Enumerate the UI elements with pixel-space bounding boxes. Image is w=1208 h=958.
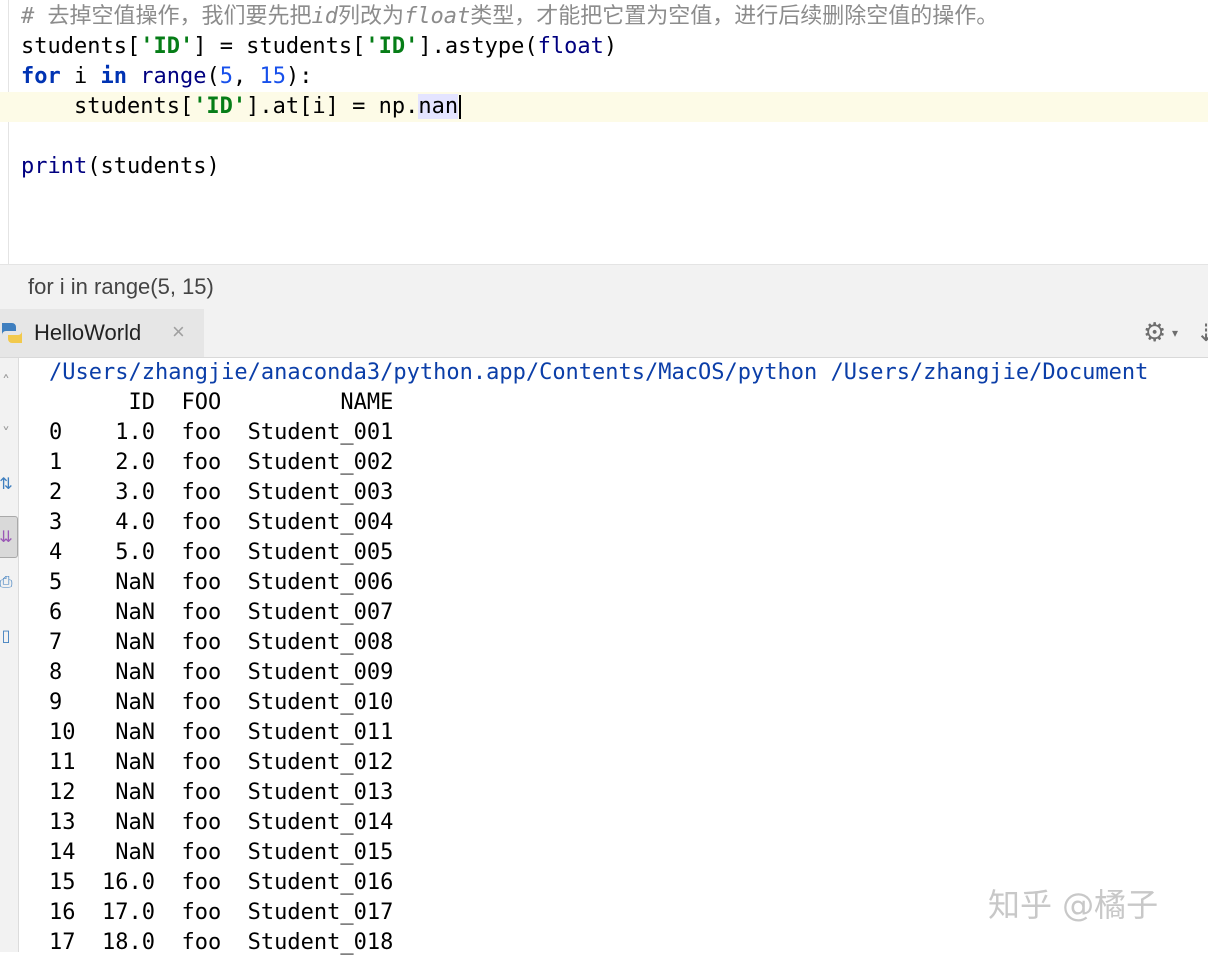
comment-text: # 去掉空值操作，我们要先把 [21, 4, 312, 29]
editor-gutter-divider [8, 0, 9, 264]
code-token: , [232, 64, 260, 89]
close-icon[interactable]: × [172, 319, 185, 345]
dataframe-row: 10 NaN foo Student_011 [49, 720, 394, 745]
console-command-line: /Users/zhangjie/anaconda3/python.app/Con… [49, 360, 1149, 385]
text-caret [459, 95, 462, 119]
string-literal: 'ID' [193, 94, 247, 119]
code-line-4-current[interactable]: students['ID'].at[i] = np.nan [21, 92, 462, 122]
dataframe-row: 11 NaN foo Student_012 [49, 750, 394, 775]
comment-float-word: float [404, 4, 471, 29]
dataframe-row: 8 NaN foo Student_009 [49, 660, 394, 685]
dataframe-row: 16 17.0 foo Student_017 [49, 900, 394, 925]
code-line-6[interactable]: print(students) [21, 152, 220, 182]
dataframe-row: 17 18.0 foo Student_018 [49, 930, 394, 955]
watermark: 知乎 @橘子 [988, 886, 1159, 924]
run-toolbar: HelloWorld × ⚙ ▾ ⇣ [0, 309, 1208, 358]
soft-wrap-icon[interactable]: ⇅ [0, 474, 16, 494]
highlighted-identifier: nan [418, 94, 459, 119]
dataframe-row: 3 4.0 foo Student_004 [49, 510, 394, 535]
builtin-range: range [140, 64, 207, 89]
dataframe-row: 14 NaN foo Student_015 [49, 840, 394, 865]
dataframe-row: 2 3.0 foo Student_003 [49, 480, 394, 505]
scroll-up-icon[interactable]: ˄ [0, 372, 16, 392]
scroll-down-icon[interactable]: ˅ [0, 424, 16, 444]
code-token: ].astype( [418, 34, 538, 59]
hide-panel-icon[interactable]: ⇣ [1196, 319, 1208, 347]
gear-icon[interactable]: ⚙ [1143, 318, 1166, 348]
code-line-3[interactable]: for i in range(5, 15): [21, 62, 312, 92]
chevron-down-icon[interactable]: ▾ [1172, 326, 1178, 340]
code-line-2[interactable]: students['ID'] = students['ID'].astype(f… [21, 32, 617, 62]
run-tab-helloworld[interactable]: HelloWorld × [0, 309, 204, 357]
code-token: ( [206, 64, 220, 89]
dataframe-row: 6 NaN foo Student_007 [49, 600, 394, 625]
code-token: ].at[i] = np. [246, 94, 419, 119]
dataframe-row: 12 NaN foo Student_013 [49, 780, 394, 805]
code-token: i [60, 64, 101, 89]
keyword-for: for [21, 64, 61, 89]
dataframe-row: 5 NaN foo Student_006 [49, 570, 394, 595]
code-token: ): [285, 64, 313, 89]
builtin-print: print [21, 154, 88, 179]
dataframe-header: ID FOO NAME [49, 390, 394, 415]
breadcrumb[interactable]: for i in range(5, 15) [0, 264, 1208, 310]
dataframe-row: 13 NaN foo Student_014 [49, 810, 394, 835]
scroll-to-end-icon[interactable]: ⇊ [0, 516, 18, 558]
keyword-in: in [100, 64, 128, 89]
trash-icon[interactable]: ▯ [0, 626, 16, 646]
python-icon [2, 323, 22, 343]
console-side-toolbar: ˄ ˅ ⇅ ⇊ ⎙ ▯ [0, 358, 19, 952]
dataframe-row: 1 2.0 foo Student_002 [49, 450, 394, 475]
comment-id-word: id [311, 4, 339, 29]
run-console[interactable]: ˄ ˅ ⇅ ⇊ ⎙ ▯ /Users/zhangjie/anaconda3/py… [0, 358, 1208, 955]
print-icon[interactable]: ⎙ [0, 572, 16, 592]
dataframe-row: 4 5.0 foo Student_005 [49, 540, 394, 565]
comment-text-mid: 列改为 [338, 4, 405, 29]
number-literal: 15 [259, 64, 286, 89]
comment-text-suffix: 类型，才能把它置为空值，进行后续删除空值的操作。 [470, 4, 999, 29]
code-line-1-comment[interactable]: # 去掉空值操作，我们要先把id列改为float类型，才能把它置为空值，进行后续… [21, 2, 998, 32]
number-literal: 5 [219, 64, 233, 89]
run-tab-label: HelloWorld [34, 320, 142, 345]
builtin-float: float [537, 34, 604, 59]
string-literal: 'ID' [365, 34, 419, 59]
code-editor[interactable]: # 去掉空值操作，我们要先把id列改为float类型，才能把它置为空值，进行后续… [0, 0, 1208, 264]
dataframe-row: 9 NaN foo Student_010 [49, 690, 394, 715]
code-token: ] = students[ [193, 34, 366, 59]
breadcrumb-item[interactable]: for i in range(5, 15) [28, 274, 214, 300]
code-token: ) [603, 34, 618, 59]
code-token: (students) [87, 154, 220, 179]
code-token: students[ [21, 34, 141, 59]
dataframe-row: 0 1.0 foo Student_001 [49, 420, 394, 445]
dataframe-row: 7 NaN foo Student_008 [49, 630, 394, 655]
string-literal: 'ID' [140, 34, 194, 59]
dataframe-row: 15 16.0 foo Student_016 [49, 870, 394, 895]
code-token: students[ [21, 94, 194, 119]
